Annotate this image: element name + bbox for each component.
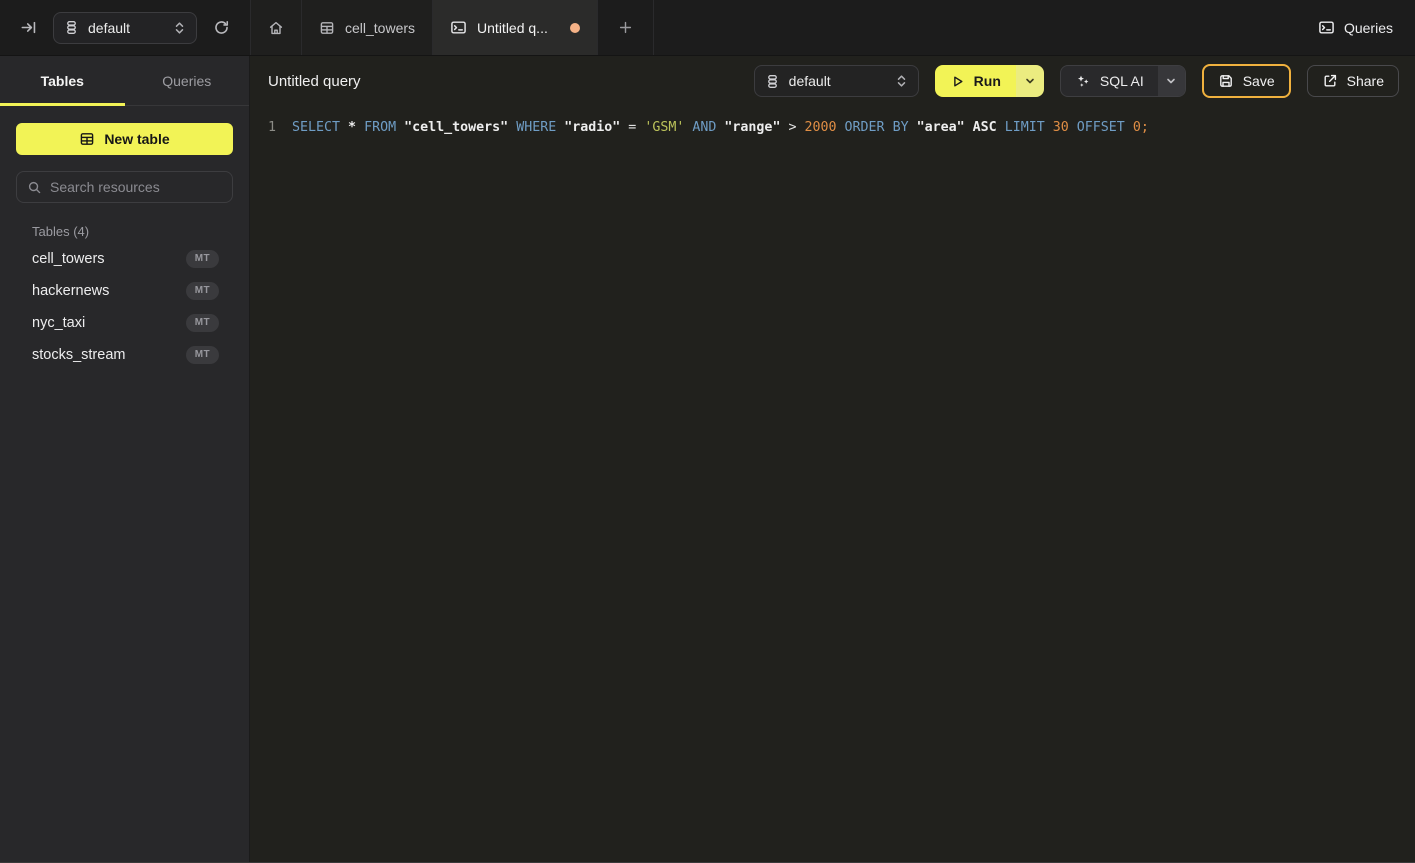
sparkles-icon: [1075, 73, 1091, 89]
run-split-button: Run: [935, 65, 1044, 97]
new-table-button[interactable]: New table: [16, 123, 233, 155]
table-engine-badge: MT: [186, 282, 219, 300]
table-list-item[interactable]: hackernews MT: [16, 275, 233, 307]
refresh-button[interactable]: [209, 15, 234, 40]
play-icon: [950, 74, 965, 89]
chevron-down-icon: [1165, 75, 1177, 87]
sql-ai-split-button: SQL AI: [1060, 65, 1186, 97]
table-name: hackernews: [32, 283, 109, 299]
sql-editor-line: 1 SELECT * FROM "cell_towers" WHERE "rad…: [250, 116, 1415, 139]
table-list-item[interactable]: cell_towers MT: [16, 243, 233, 275]
top-bar-right: Queries: [1318, 0, 1415, 55]
table-list-item[interactable]: stocks_stream MT: [16, 339, 233, 371]
table-icon: [319, 20, 335, 36]
search-box: [16, 171, 233, 203]
table-icon: [79, 131, 95, 147]
queries-button[interactable]: Queries: [1318, 19, 1393, 36]
top-bar: default cell: [0, 0, 1415, 56]
line-number: 1: [260, 116, 276, 139]
unsaved-changes-dot: [570, 23, 580, 33]
sql-ai-button[interactable]: SQL AI: [1061, 66, 1158, 96]
toolbar-controls: default Run: [754, 64, 1399, 98]
sidebar-tab-queries[interactable]: Queries: [125, 56, 250, 105]
database-selector[interactable]: default: [53, 12, 197, 44]
app-window: default cell: [0, 0, 1415, 863]
collapse-sidebar-button[interactable]: [16, 15, 41, 40]
table-engine-badge: MT: [186, 346, 219, 364]
chevron-down-icon: [1024, 75, 1036, 87]
main-panel: Untitled query default: [250, 56, 1415, 862]
arrow-to-bar-icon: [20, 19, 37, 36]
sql-ai-button-label: SQL AI: [1100, 73, 1144, 89]
sql-ai-options-button[interactable]: [1158, 66, 1185, 96]
table-list: cell_towers MT hackernews MT nyc_taxi MT…: [16, 243, 233, 371]
tab-untitled-query[interactable]: Untitled q...: [433, 0, 598, 55]
table-engine-badge: MT: [186, 250, 219, 268]
tab-label: Untitled q...: [477, 20, 548, 36]
share-button[interactable]: Share: [1307, 65, 1399, 97]
database-icon: [64, 20, 79, 35]
query-toolbar: Untitled query default: [250, 56, 1415, 106]
top-bar-left: default: [0, 0, 250, 55]
run-button-label: Run: [974, 73, 1001, 89]
sql-editor[interactable]: 1 SELECT * FROM "cell_towers" WHERE "rad…: [250, 106, 1415, 862]
run-button[interactable]: Run: [935, 65, 1016, 97]
tab-cell-towers[interactable]: cell_towers: [302, 0, 433, 55]
database-selector-value: default: [88, 20, 164, 36]
table-engine-badge: MT: [186, 314, 219, 332]
share-icon: [1322, 73, 1338, 89]
query-icon: [1318, 19, 1335, 36]
new-table-button-label: New table: [104, 131, 169, 147]
refresh-icon: [213, 19, 230, 36]
sidebar-body: New table Tables (4) cell_towers MT hack…: [0, 106, 249, 388]
tables-section-title: Tables (4): [16, 224, 233, 239]
table-name: stocks_stream: [32, 347, 125, 363]
tab-strip: cell_towers Untitled q...: [250, 0, 654, 55]
queries-button-label: Queries: [1344, 20, 1393, 36]
plus-icon: [618, 20, 633, 35]
toolbar-database-value: default: [789, 73, 886, 89]
save-button-label: Save: [1243, 73, 1275, 89]
chevron-updown-icon: [895, 74, 908, 88]
query-icon: [450, 19, 467, 36]
run-options-button[interactable]: [1016, 65, 1044, 97]
table-name: cell_towers: [32, 251, 105, 267]
tab-home[interactable]: [251, 0, 302, 55]
table-list-item[interactable]: nyc_taxi MT: [16, 307, 233, 339]
home-icon: [268, 20, 284, 36]
sidebar-tab-label: Tables: [41, 73, 84, 89]
search-input[interactable]: [50, 179, 222, 195]
save-icon: [1218, 73, 1234, 89]
toolbar-database-selector[interactable]: default: [754, 65, 919, 97]
save-button[interactable]: Save: [1202, 64, 1291, 98]
table-name: nyc_taxi: [32, 315, 85, 331]
search-icon: [27, 180, 42, 195]
chevron-updown-icon: [173, 21, 186, 35]
share-button-label: Share: [1347, 73, 1384, 89]
tab-label: cell_towers: [345, 20, 415, 36]
sidebar: Tables Queries New table Tables (4): [0, 56, 250, 862]
database-icon: [765, 74, 780, 89]
new-tab-button[interactable]: [598, 0, 654, 55]
sidebar-tabs: Tables Queries: [0, 56, 249, 106]
query-title: Untitled query: [268, 73, 361, 90]
sidebar-tab-label: Queries: [162, 73, 211, 89]
sidebar-tab-tables[interactable]: Tables: [0, 56, 125, 105]
sql-code-line: SELECT * FROM "cell_towers" WHERE "radio…: [292, 116, 1149, 139]
